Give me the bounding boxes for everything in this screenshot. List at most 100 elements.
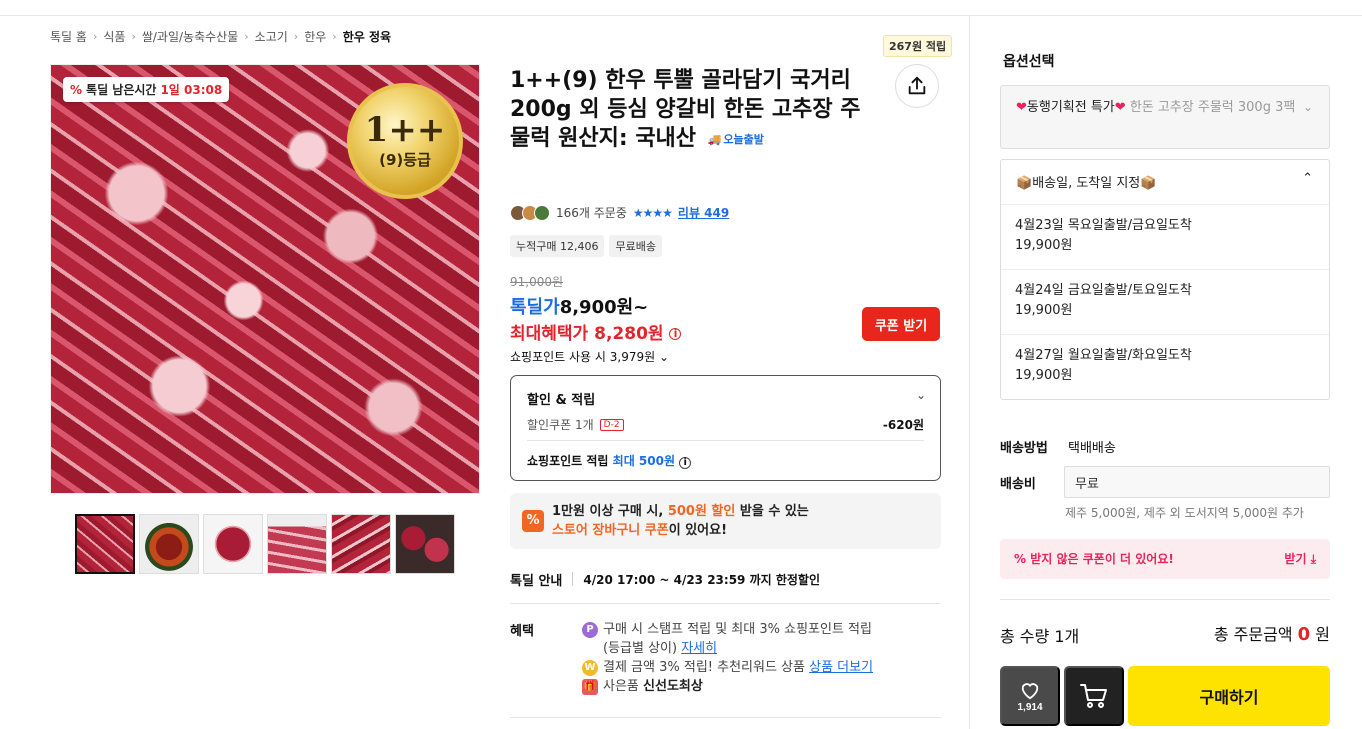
chevron-right-icon: ›	[131, 30, 136, 43]
chevron-up-icon[interactable]: ⌃	[1302, 171, 1313, 186]
breadcrumb-item-home[interactable]: 톡딜 홈	[50, 28, 87, 45]
breadcrumb-item-current: 한우 정육	[342, 30, 392, 44]
coupon-icon: %	[1014, 552, 1027, 566]
wish-count: 1,914	[1017, 701, 1043, 713]
divider	[1000, 599, 1330, 600]
ship-date-panel: 📦배송일, 도착일 지정📦 ⌃ 4월23일 목요일출발/금요일도착 19,900…	[1000, 159, 1330, 400]
product-title-text: 1++(9) 한우 투뿔 골라담기 국거리 200g 외 등심 양갈비 한돈 고…	[510, 68, 861, 151]
more-products-link[interactable]: 상품 더보기	[809, 660, 873, 675]
timer-label: 톡딜 남은시간	[86, 83, 157, 97]
ship-method-value: 택배배송	[1068, 441, 1116, 456]
cumulative-purchase-badge: 누적구매 12,406	[510, 235, 605, 257]
benefit-list: P 구매 시 스탬프 적립 및 최대 3% 쇼핑포인트 적립 (등급별 상이) 자…	[582, 620, 873, 696]
thumbnail-5[interactable]	[331, 514, 391, 574]
product-main-image[interactable]: % 톡딜 남은시간 1일 03:08 1++ (9)등급	[50, 64, 480, 494]
grade-seal-logo: 1++ (9)등급	[347, 83, 463, 199]
heart-icon: ❤	[1114, 100, 1126, 115]
thumbnail-2[interactable]	[139, 514, 199, 574]
coupon-icon: %	[522, 510, 544, 532]
ship-fee-field: 무료	[1064, 466, 1330, 498]
option-select[interactable]: ❤동행기획전 특가❤ 한돈 고추장 주물럭 300g 3팩 ⌄	[1000, 85, 1330, 149]
product-badges: 누적구매 12,406 무료배송	[510, 235, 662, 257]
breadcrumb-item-agri[interactable]: 쌀/과일/농축수산물	[142, 28, 238, 45]
chevron-right-icon: ›	[293, 30, 299, 43]
thumbnail-3[interactable]	[203, 514, 263, 574]
benefit-item-gift: 🎁 사은품 신선도최상	[582, 679, 703, 695]
coupon-receive-button[interactable]: 쿠폰 받기	[862, 307, 940, 341]
chevron-right-icon: ›	[244, 30, 249, 43]
breadcrumb-item-beef[interactable]: 소고기	[255, 28, 288, 45]
product-title: 1++(9) 한우 투뿔 골라담기 국거리 200g 외 등심 양갈비 한돈 고…	[510, 66, 870, 154]
deal-timer-badge: % 톡딜 남은시간 1일 03:08	[63, 77, 230, 102]
wishlist-button[interactable]: 1,914	[1000, 666, 1060, 726]
share-icon	[908, 76, 926, 95]
original-price: 91,000원	[510, 275, 564, 289]
thumbnail-strip	[75, 514, 455, 574]
max-benefit-price: 최대혜택가 8,280원 i	[510, 319, 682, 344]
thumbnail-1[interactable]	[75, 514, 135, 574]
chevron-down-icon: ⌄	[659, 350, 670, 364]
ship-option-2[interactable]: 4월24일 금요일출발/토요일도착 19,900원	[1001, 269, 1329, 334]
option-title: 옵션선택	[1003, 54, 1055, 70]
ship-option-1[interactable]: 4월23일 목요일출발/금요일도착 19,900원	[1001, 204, 1329, 269]
box-icon: 📦	[1140, 176, 1157, 191]
benefit-item-stamp: P 구매 시 스탬프 적립 및 최대 3% 쇼핑포인트 적립 (등급별 상이) 자…	[582, 620, 873, 658]
info-icon[interactable]: i	[679, 457, 692, 469]
points-tag: 267원 적립	[883, 35, 953, 57]
ship-date-header[interactable]: 📦배송일, 도착일 지정📦	[1016, 172, 1156, 191]
thumbnail-4[interactable]	[267, 514, 327, 574]
total-quantity: 총 수량 1개	[1000, 627, 1080, 646]
discount-accumulate-box: 할인 & 적립 ⌄ 할인쿠폰 1개 D-2 -620원 쇼핑포인트 적립 최대 …	[510, 375, 941, 481]
breadcrumb-item-food[interactable]: 식품	[103, 28, 125, 45]
free-shipping-badge: 무료배송	[609, 235, 662, 257]
info-icon[interactable]: i	[669, 328, 682, 340]
orders-row: 166개 주문중 ★★★★ 리뷰 449	[510, 204, 729, 221]
chevron-right-icon: ›	[332, 30, 337, 43]
chevron-down-icon: ⌄	[1302, 100, 1313, 114]
deal-info-row: 톡딜 안내 4/20 17:00 ~ 4/23 23:59 까지 한정할인	[510, 570, 820, 589]
timer-value: 1일 03:08	[160, 83, 223, 97]
store-cart-coupon-promo[interactable]: % 1만원 이상 구매 시, 500원 할인 받을 수 있는 스토어 장바구니 …	[510, 493, 941, 549]
deal-price: 톡딜가8,900원~	[510, 297, 649, 318]
top-divider	[0, 15, 1362, 16]
buyer-avatars	[510, 204, 550, 221]
dday-badge: D-2	[599, 418, 624, 431]
thumbnail-6[interactable]	[395, 514, 455, 574]
divider	[510, 603, 941, 604]
ship-option-3[interactable]: 4월27일 월요일출발/화요일도착 19,900원	[1001, 334, 1329, 399]
deal-info-value: 4/20 17:00 ~ 4/23 23:59 까지 한정할인	[583, 573, 820, 587]
coupon-amount: -620원	[882, 418, 924, 432]
gift-icon: 🎁	[582, 679, 598, 695]
chevron-right-icon: ›	[92, 30, 98, 43]
box-icon: 📦	[1016, 176, 1033, 191]
deal-info-label: 톡딜 안내	[510, 574, 563, 589]
buy-now-button[interactable]: 구매하기	[1128, 666, 1330, 726]
details-link[interactable]: 자세히	[681, 641, 717, 656]
shop-point-use-toggle[interactable]: 쇼핑포인트 사용 시 3,979원 ⌄	[510, 348, 669, 365]
coupon-row: 할인쿠폰 1개 D-2	[527, 416, 624, 433]
divider	[510, 717, 941, 718]
heart-icon: ❤	[1016, 100, 1027, 115]
today-ship-tag: 🚚 오늘출발	[708, 125, 764, 154]
review-link[interactable]: 리뷰 449	[678, 204, 729, 221]
download-icon: ⤓	[1310, 552, 1316, 566]
rating-stars: ★★★★	[632, 205, 673, 220]
breadcrumb-item-hanwoo[interactable]: 한우	[304, 28, 326, 45]
promo-text: 1만원 이상 구매 시, 500원 할인 받을 수 있는 스토어 장바구니 쿠폰…	[552, 504, 809, 538]
ship-method-label: 배송방법	[1000, 441, 1048, 456]
ship-fee-note: 제주 5,000원, 제주 외 도서지역 5,000원 추가	[1065, 506, 1304, 520]
point-icon: P	[582, 622, 598, 638]
point-row: 쇼핑포인트 적립 최대 500원 i	[527, 452, 692, 469]
panel-divider	[969, 15, 970, 729]
chevron-down-icon[interactable]: ⌄	[916, 388, 926, 402]
ship-fee-label: 배송비	[1000, 477, 1036, 492]
total-amount: 총 주문금액 0 원	[1213, 624, 1330, 645]
share-button[interactable]	[895, 64, 939, 108]
benefit-label: 혜택	[510, 624, 534, 639]
unclaimed-coupon-alert[interactable]: % 받지 않은 쿠폰이 더 있어요! 받기 ⤓	[1000, 539, 1330, 579]
add-to-cart-button[interactable]	[1064, 666, 1124, 726]
benefit-item-reward: W 결제 금액 3% 적립! 추천리워드 상품 상품 더보기	[582, 658, 873, 677]
heart-icon	[1021, 682, 1039, 699]
cart-icon	[1080, 684, 1107, 708]
truck-icon: 🚚	[707, 132, 722, 146]
